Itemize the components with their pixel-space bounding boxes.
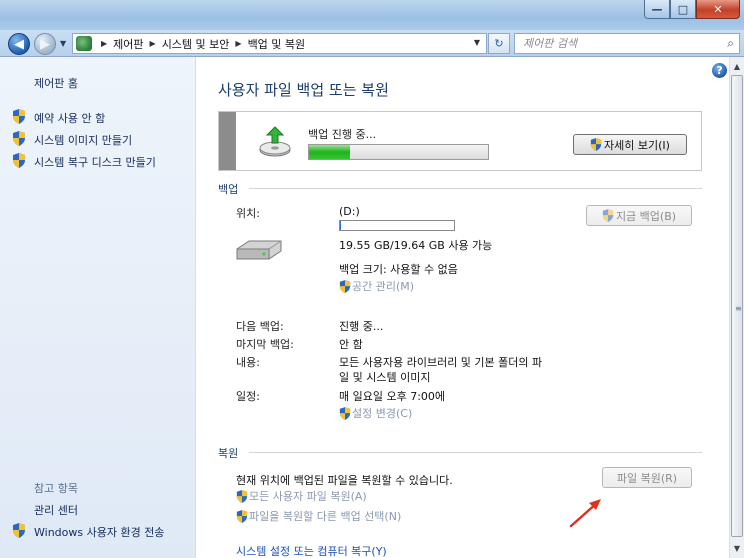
address-dropdown-icon[interactable]: ▼ xyxy=(474,38,480,47)
see-also-heading: 참고 항목 xyxy=(34,482,78,495)
uac-shield-icon xyxy=(13,523,25,538)
window-controls: — □ ✕ xyxy=(644,0,740,19)
last-backup-value: 안 함 xyxy=(339,338,363,351)
back-arrow-icon[interactable]: ◀ xyxy=(8,33,30,55)
uac-shield-icon xyxy=(236,509,248,523)
drive-usage-bar xyxy=(339,220,455,231)
location-label: 위치: xyxy=(236,207,260,220)
uac-shield-icon xyxy=(602,209,614,222)
uac-shield-icon xyxy=(236,489,248,503)
next-backup-value: 진행 중... xyxy=(339,320,384,333)
breadcrumb-chevron-icon[interactable]: ▶ xyxy=(101,39,107,48)
select-other-backup-label: 파일을 복원할 다른 백업 선택(N) xyxy=(249,510,402,523)
breadcrumb-backup-restore[interactable]: 백업 및 복원 xyxy=(248,36,306,52)
uac-shield-icon xyxy=(339,406,351,420)
section-divider xyxy=(249,188,702,189)
main-pane: 사용자 파일 백업 또는 복원 백업 진행 중... 자세히 보기(I) 백업 … xyxy=(197,57,729,558)
vertical-scrollbar[interactable]: ▲ ≡ ▼ xyxy=(729,57,744,558)
annotation-arrow-icon xyxy=(569,499,601,528)
manage-space-label: 공간 관리(M) xyxy=(352,280,415,293)
page-title: 사용자 파일 백업 또는 복원 xyxy=(218,81,389,99)
drive-usage-fill xyxy=(340,221,342,230)
restore-all-users-link[interactable]: 모든 사용자 파일 복원(A) xyxy=(236,488,367,504)
change-settings-label: 설정 변경(C) xyxy=(352,407,413,420)
change-settings-link[interactable]: 설정 변경(C) xyxy=(339,405,412,421)
address-bar[interactable]: ▶ 제어판 ▶ 시스템 및 보안 ▶ 백업 및 복원 ▼ xyxy=(72,33,487,54)
back-up-now-label: 지금 백업(B) xyxy=(615,209,677,223)
help-icon[interactable]: ? xyxy=(712,63,727,78)
control-panel-icon xyxy=(76,36,92,51)
title-bar: — □ ✕ xyxy=(0,0,744,30)
view-details-button[interactable]: 자세히 보기(I) xyxy=(573,134,687,155)
restore-files-button[interactable]: 파일 복원(R) xyxy=(602,467,692,488)
progress-status-text: 백업 진행 중... xyxy=(308,128,377,141)
view-details-label: 자세히 보기(I) xyxy=(604,138,670,152)
contents-value-line1: 모든 사용자용 라이브러리 및 기본 폴더의 파 xyxy=(339,356,543,369)
sidebar-item-create-system-image[interactable]: 시스템 이미지 만들기 xyxy=(34,132,132,148)
uac-shield-icon xyxy=(13,131,25,146)
panel-accent-stripe xyxy=(219,112,236,170)
scroll-thumb[interactable]: ≡ xyxy=(731,75,743,537)
select-other-backup-link[interactable]: 파일을 복원할 다른 백업 선택(N) xyxy=(236,508,401,524)
backup-section-heading: 백업 xyxy=(218,183,239,196)
minimize-button[interactable]: — xyxy=(644,0,670,19)
breadcrumb-control-panel[interactable]: 제어판 xyxy=(113,36,143,52)
drive-free-space: 19.55 GB/19.64 GB 사용 가능 xyxy=(339,239,493,252)
scroll-down-arrow-icon[interactable]: ▼ xyxy=(730,541,744,556)
search-icon[interactable]: ⌕ xyxy=(727,36,734,51)
schedule-label: 일정: xyxy=(236,390,260,403)
restore-all-users-label: 모든 사용자 파일 복원(A) xyxy=(249,490,367,503)
recover-system-link[interactable]: 시스템 설정 또는 컴퓨터 복구(Y) xyxy=(236,543,387,558)
next-backup-label: 다음 백업: xyxy=(236,320,284,333)
thumb-grip-icon: ≡ xyxy=(735,304,742,313)
last-backup-label: 마지막 백업: xyxy=(236,338,294,351)
recent-pages-chevron-icon[interactable]: ▼ xyxy=(60,39,66,48)
uac-shield-icon xyxy=(339,279,351,293)
location-value: (D:) xyxy=(339,205,360,218)
restore-files-label: 파일 복원(R) xyxy=(616,471,678,485)
breadcrumb-system-security[interactable]: 시스템 및 보안 xyxy=(162,36,230,52)
breadcrumb-chevron-icon[interactable]: ▶ xyxy=(150,39,156,48)
sidebar-control-panel-home[interactable]: 제어판 홈 xyxy=(34,75,78,91)
breadcrumb-chevron-icon[interactable]: ▶ xyxy=(235,39,241,48)
task-sidebar: 제어판 홈 예약 사용 안 함 시스템 이미지 만들기 시스템 복구 디스크 만… xyxy=(0,57,196,558)
restore-description: 현재 위치에 백업된 파일을 복원할 수 있습니다. xyxy=(236,474,453,487)
backup-size-text: 백업 크기: 사용할 수 없음 xyxy=(339,263,458,276)
refresh-icon[interactable]: ↻ xyxy=(488,33,510,54)
sidebar-item-create-repair-disc[interactable]: 시스템 복구 디스크 만들기 xyxy=(34,154,156,170)
sidebar-item-disable-schedule[interactable]: 예약 사용 안 함 xyxy=(34,110,105,126)
search-box[interactable]: ⌕ xyxy=(514,33,740,54)
close-button[interactable]: ✕ xyxy=(696,0,740,19)
backup-progress-panel: 백업 진행 중... 자세히 보기(I) xyxy=(218,111,702,171)
forward-arrow-icon[interactable]: ▶ xyxy=(34,33,56,55)
back-up-now-button[interactable]: 지금 백업(B) xyxy=(586,205,692,226)
content-area: 제어판 홈 예약 사용 안 함 시스템 이미지 만들기 시스템 복구 디스크 만… xyxy=(0,56,744,558)
schedule-value: 매 일요일 오후 7:00에 xyxy=(339,390,446,403)
contents-value-line2: 일 및 시스템 이미지 xyxy=(339,371,431,384)
sidebar-item-easy-transfer[interactable]: Windows 사용자 환경 전송 xyxy=(34,524,164,540)
backup-progress-bar xyxy=(308,144,489,160)
uac-shield-icon xyxy=(13,153,25,168)
search-input[interactable] xyxy=(523,37,713,50)
maximize-button[interactable]: □ xyxy=(670,0,696,19)
hard-drive-icon xyxy=(236,240,282,260)
restore-section-heading: 복원 xyxy=(218,447,239,460)
uac-shield-icon xyxy=(13,109,25,124)
manage-space-link[interactable]: 공간 관리(M) xyxy=(339,278,414,294)
progress-fill xyxy=(309,145,351,159)
section-divider xyxy=(249,452,702,453)
uac-shield-icon xyxy=(590,138,602,151)
navigation-bar: ◀ ▶ ▼ ▶ 제어판 ▶ 시스템 및 보안 ▶ 백업 및 복원 ▼ ↻ ⌕ xyxy=(0,30,744,56)
sidebar-item-action-center[interactable]: 관리 센터 xyxy=(34,502,78,518)
backup-drive-icon xyxy=(259,126,291,157)
scroll-up-arrow-icon[interactable]: ▲ xyxy=(730,59,744,74)
contents-label: 내용: xyxy=(236,356,260,369)
